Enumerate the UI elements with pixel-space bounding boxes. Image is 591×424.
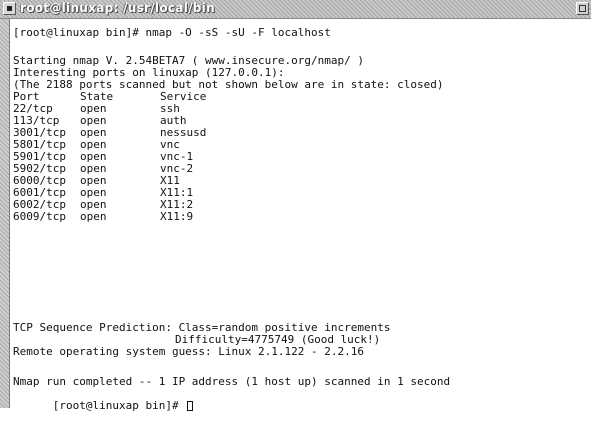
window-menu-icon[interactable] xyxy=(3,2,16,15)
run-completed-line: Nmap run completed -- 1 IP address (1 ho… xyxy=(13,375,451,388)
text-cursor xyxy=(187,401,194,411)
terminal-window: root@linuxap: /usr/local/bin [root@linux… xyxy=(0,0,591,412)
terminal-screen[interactable]: [root@linuxap bin]# nmap -O -sS -sU -F l… xyxy=(10,19,591,412)
maximize-icon[interactable] xyxy=(576,2,589,15)
prompt-text: [root@linuxap bin]# xyxy=(52,399,186,412)
table-row: 6009/tcp open X11:9 xyxy=(13,211,493,223)
port-cell: 6009/tcp xyxy=(13,210,66,223)
service-cell: X11:9 xyxy=(160,210,194,223)
window-frame-left xyxy=(0,19,10,408)
shell-prompt[interactable]: [root@linuxap bin]# xyxy=(13,388,194,412)
os-guess-line: Remote operating system guess: Linux 2.1… xyxy=(13,345,364,358)
title-bar[interactable]: root@linuxap: /usr/local/bin xyxy=(0,0,591,19)
closed-ports-note: (The 2188 ports scanned but not shown be… xyxy=(13,78,444,91)
window-title: root@linuxap: /usr/local/bin xyxy=(20,1,215,15)
state-cell: open xyxy=(80,210,107,223)
command-line: [root@linuxap bin]# nmap -O -sS -sU -F l… xyxy=(13,26,331,39)
